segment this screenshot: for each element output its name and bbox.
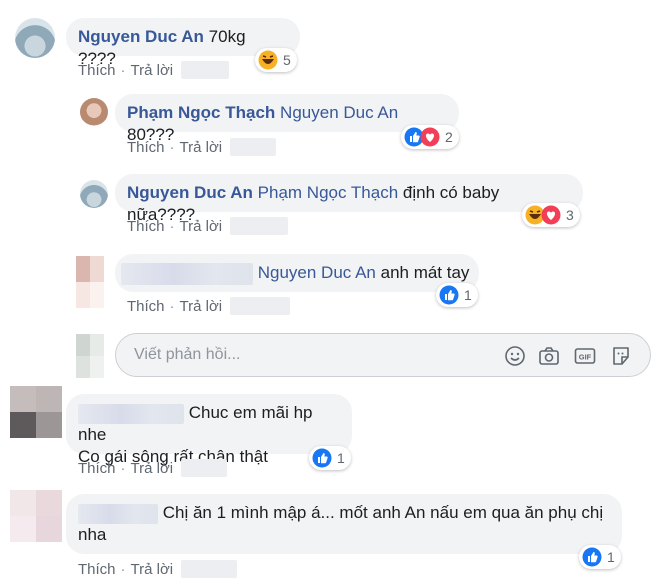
comment-bubble: Chuc em mãi hp nhe Co gái sông rất chân … [66, 394, 352, 466]
reaction-summary[interactable]: 3 [522, 203, 580, 227]
comment-bubble: Nguyen Duc An Phạm Ngọc Thạch định có ba… [115, 174, 583, 224]
comment-actions: Thích · Trả lời [127, 138, 277, 156]
like-link[interactable]: Thích [127, 218, 165, 235]
comment-actions: Thích · Trả lời [78, 61, 230, 79]
like-link[interactable]: Thích [127, 298, 165, 315]
separator: · [120, 560, 126, 578]
like-link[interactable]: Thích [78, 460, 116, 477]
comment-actions: Thích · Trả lời [78, 560, 238, 578]
comment-author[interactable]: Nguyen Duc An [78, 27, 204, 46]
like-link[interactable]: Thích [78, 561, 116, 578]
comment-text-line: nha [78, 525, 107, 544]
haha-icon [258, 50, 278, 70]
author-redacted [78, 503, 158, 524]
like-icon [312, 448, 332, 468]
reply-link[interactable]: Trả lời [180, 139, 223, 156]
reaction-count: 1 [607, 549, 615, 565]
love-icon [541, 205, 561, 225]
author-redacted [78, 403, 184, 424]
comment-actions: Thích · Trả lời [127, 217, 289, 235]
reply-input[interactable]: Viết phản hồi... GIF [115, 333, 651, 377]
reaction-summary[interactable]: 1 [309, 446, 351, 470]
like-link[interactable]: Thích [127, 139, 165, 156]
like-icon [582, 547, 602, 567]
camera-icon[interactable] [538, 345, 560, 367]
comment-actions: Thích · Trả lời [78, 459, 228, 477]
timestamp-redacted [230, 138, 277, 156]
like-icon [439, 285, 459, 305]
avatar[interactable] [15, 18, 55, 58]
comment-actions: Thích · Trả lời [127, 297, 291, 315]
avatar-pixelated[interactable] [76, 256, 104, 308]
svg-text:GIF: GIF [579, 353, 592, 362]
reaction-count: 1 [337, 450, 345, 466]
timestamp-redacted [181, 459, 228, 477]
reply-link[interactable]: Trả lời [180, 218, 223, 235]
avatar-pixelated[interactable] [10, 490, 62, 542]
gif-icon[interactable]: GIF [574, 345, 596, 367]
separator: · [169, 217, 175, 235]
smiley-icon[interactable] [504, 345, 526, 367]
separator: · [169, 138, 175, 156]
reply-link[interactable]: Trả lời [180, 298, 223, 315]
reaction-count: 1 [464, 287, 472, 303]
reply-link[interactable]: Trả lời [131, 62, 174, 79]
timestamp-redacted [230, 297, 291, 315]
timestamp-redacted [181, 61, 230, 79]
sticker-icon[interactable] [610, 345, 632, 367]
reaction-count: 5 [283, 52, 291, 68]
timestamp-redacted [181, 560, 238, 578]
avatar[interactable] [80, 180, 108, 208]
comment-text-line: Chị ăn 1 mình mập á... mốt anh An nấu em… [78, 502, 610, 524]
comment-mention[interactable]: Nguyen Duc An [280, 103, 398, 122]
comment-text-line: Chuc em mãi hp nhe [78, 403, 313, 444]
reaction-count: 2 [445, 129, 453, 145]
separator: · [120, 459, 126, 477]
comment-bubble: Chị ăn 1 mình mập á... mốt anh An nấu em… [66, 494, 622, 554]
comment-text: anh mát tay [380, 263, 470, 282]
reply-link[interactable]: Trả lời [131, 561, 174, 578]
reaction-count: 3 [566, 207, 574, 223]
love-icon [420, 127, 440, 147]
like-link[interactable]: Thích [78, 62, 116, 79]
comment-author[interactable]: Nguyen Duc An [127, 183, 253, 202]
reply-link[interactable]: Trả lời [131, 460, 174, 477]
comment-mention[interactable]: Phạm Ngọc Thạch [258, 183, 398, 202]
separator: · [120, 61, 126, 79]
current-user-avatar [76, 334, 104, 378]
reaction-summary[interactable]: 1 [579, 545, 621, 569]
separator: · [169, 297, 175, 315]
reaction-summary[interactable]: 2 [401, 125, 459, 149]
timestamp-redacted [230, 217, 289, 235]
avatar[interactable] [80, 98, 108, 126]
reaction-summary[interactable]: 1 [436, 283, 478, 307]
avatar-pixelated[interactable] [10, 386, 62, 438]
reaction-summary[interactable]: 5 [255, 48, 297, 72]
comment-mention[interactable]: Nguyen Duc An [258, 263, 376, 282]
reply-input-placeholder: Viết phản hồi... [134, 346, 241, 363]
author-redacted [121, 262, 253, 285]
comment-bubble: Nguyen Duc An anh mát tay [115, 254, 479, 292]
comment-author[interactable]: Phạm Ngọc Thạch [127, 103, 275, 122]
